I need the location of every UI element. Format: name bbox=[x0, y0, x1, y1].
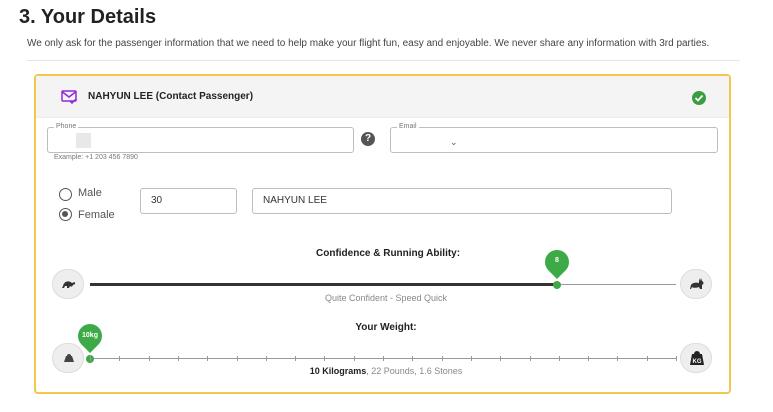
section-description: We only ask for the passenger informatio… bbox=[27, 38, 710, 49]
confidence-increase-button[interactable] bbox=[680, 269, 712, 299]
weight-tick bbox=[236, 356, 238, 361]
weight-tick bbox=[177, 356, 179, 361]
gender-female-label: Female bbox=[78, 209, 115, 221]
weight-tick bbox=[646, 356, 648, 361]
weight-tick bbox=[324, 356, 326, 361]
confidence-slider-title: Confidence & Running Ability: bbox=[316, 248, 461, 259]
phone-field[interactable]: Phone bbox=[47, 123, 354, 153]
kg-weight-icon: KG bbox=[690, 351, 704, 365]
weight-tick bbox=[383, 356, 384, 361]
weight-tick bbox=[676, 356, 677, 361]
confidence-value-label: 8 bbox=[555, 257, 559, 264]
weight-caption-kg: 10 Kilograms bbox=[309, 366, 367, 376]
gender-male-label: Male bbox=[78, 187, 102, 199]
turtle-icon bbox=[62, 281, 75, 288]
rabbit-icon bbox=[690, 278, 704, 289]
confidence-track-filled bbox=[90, 283, 557, 286]
weight-tick bbox=[500, 356, 502, 361]
passenger-card-header[interactable]: NAHYUN LEE (Contact Passenger) bbox=[36, 76, 729, 118]
mail-check-icon bbox=[61, 90, 77, 104]
confidence-caption: Quite Confident - Speed Quick bbox=[324, 293, 448, 303]
weight-tick bbox=[558, 356, 560, 361]
weight-caption: 10 Kilograms, 22 Pounds, 1.6 Stones bbox=[236, 366, 536, 376]
weight-slider-title: Your Weight: bbox=[355, 322, 417, 333]
email-legend: Email bbox=[399, 123, 417, 130]
weight-tick bbox=[412, 356, 414, 361]
gender-female-radio[interactable] bbox=[59, 208, 72, 221]
weight-tick bbox=[119, 356, 121, 361]
confidence-slider-thumb[interactable] bbox=[553, 281, 561, 289]
weight-increase-button[interactable]: KG bbox=[680, 343, 712, 373]
confidence-decrease-button[interactable] bbox=[52, 269, 84, 299]
weight-tick bbox=[470, 356, 472, 361]
gender-male-radio[interactable] bbox=[59, 188, 72, 201]
weight-tick bbox=[617, 356, 619, 361]
weight-tick bbox=[441, 356, 443, 361]
divider bbox=[27, 60, 740, 61]
completed-check-icon bbox=[692, 91, 706, 105]
weight-decrease-button[interactable] bbox=[52, 343, 84, 373]
weight-tick bbox=[588, 356, 590, 361]
weight-tick bbox=[295, 356, 297, 361]
phone-country-flag[interactable] bbox=[76, 133, 91, 148]
small-weight-icon bbox=[64, 354, 74, 362]
weight-tick bbox=[353, 356, 355, 361]
passenger-card: NAHYUN LEE (Contact Passenger) Phone Exa… bbox=[34, 74, 731, 394]
full-name-input[interactable]: NAHYUN LEE bbox=[252, 188, 672, 214]
email-value: ⌄ bbox=[450, 137, 458, 147]
email-field[interactable]: Email bbox=[390, 123, 718, 153]
weight-value-label: 10kg bbox=[82, 332, 98, 339]
weight-caption-rest: , 22 Pounds, 1.6 Stones bbox=[366, 366, 463, 376]
phone-legend: Phone bbox=[56, 123, 77, 130]
weight-tick bbox=[207, 356, 209, 361]
section-title: 3. Your Details bbox=[19, 6, 157, 28]
help-icon[interactable]: ? bbox=[361, 132, 375, 146]
confidence-track-empty bbox=[557, 284, 676, 285]
age-input[interactable]: 30 bbox=[140, 188, 237, 214]
passenger-name: NAHYUN LEE (Contact Passenger) bbox=[88, 91, 254, 102]
phone-example: Example: +1 203 456 7890 bbox=[54, 154, 138, 161]
weight-tick bbox=[90, 356, 91, 361]
svg-text:KG: KG bbox=[693, 359, 702, 365]
weight-tick bbox=[265, 356, 267, 361]
weight-tick bbox=[529, 356, 531, 361]
weight-tick bbox=[148, 356, 150, 361]
